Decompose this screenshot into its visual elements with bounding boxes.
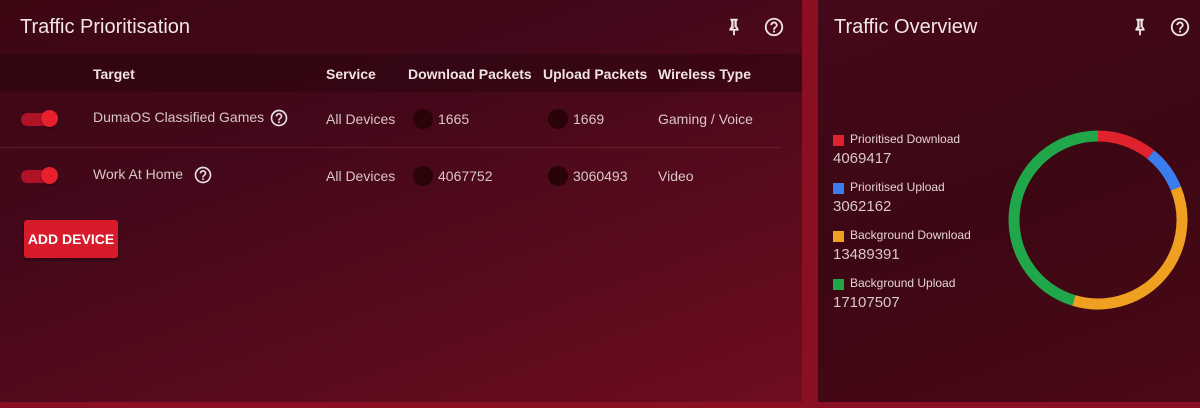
panel-title: Traffic Overview <box>834 16 978 38</box>
table-row: Work At Home All Devices 4067752 3060493… <box>0 148 780 204</box>
upload-indicator <box>548 109 568 129</box>
legend-value: 17107507 <box>833 294 900 311</box>
donut-slice-background-upload[interactable] <box>1008 130 1099 306</box>
table-header: Target Service Download Packets Upload P… <box>0 54 802 92</box>
legend-swatch <box>833 183 844 194</box>
legend-value: 13489391 <box>833 246 900 263</box>
legend-swatch <box>833 135 844 146</box>
traffic-overview-panel: Traffic Overview Prioritised Download 40… <box>818 0 1200 402</box>
download-indicator <box>413 166 433 186</box>
column-upload-packets: Upload Packets <box>543 66 648 82</box>
download-packets-value: 1665 <box>438 111 470 127</box>
help-icon[interactable] <box>1169 16 1191 38</box>
legend-value: 4069417 <box>833 150 892 167</box>
add-device-button[interactable]: ADD DEVICE <box>24 220 118 258</box>
help-icon[interactable] <box>763 16 785 38</box>
upload-packets-value: 3060493 <box>573 168 628 184</box>
upload-packets-value: 1669 <box>573 111 605 127</box>
service-value: All Devices <box>326 168 396 184</box>
traffic-prioritisation-panel: Traffic Prioritisation Target Service Do… <box>0 0 802 402</box>
table-row: DumaOS Classified Games All Devices 1665… <box>0 92 780 148</box>
help-icon[interactable] <box>193 165 213 185</box>
download-packets-value: 4067752 <box>438 168 493 184</box>
wireless-type-value: Gaming / Voice <box>658 111 753 127</box>
download-indicator <box>413 109 433 129</box>
legend-label: Background Upload <box>850 276 956 290</box>
pin-icon[interactable] <box>1129 16 1151 38</box>
service-value: All Devices <box>326 111 396 127</box>
legend-swatch <box>833 279 844 290</box>
panel-title: Traffic Prioritisation <box>20 16 191 38</box>
donut-slice-prioritised-upload[interactable] <box>1147 150 1182 191</box>
donut-slice-prioritised-download[interactable] <box>1097 130 1155 159</box>
target-name: DumaOS Classified Games <box>93 109 265 125</box>
wireless-type-value: Video <box>658 168 694 184</box>
pin-icon[interactable] <box>723 16 745 38</box>
column-wireless-type: Wireless Type <box>658 66 751 82</box>
donut-slice-background-download[interactable] <box>1072 186 1188 310</box>
help-icon[interactable] <box>269 108 289 128</box>
enable-toggle[interactable] <box>21 110 58 127</box>
legend-value: 3062162 <box>833 198 892 215</box>
target-name: Work At Home <box>93 166 183 182</box>
column-service: Service <box>326 66 376 82</box>
enable-toggle[interactable] <box>21 167 58 184</box>
column-download-packets: Download Packets <box>408 66 532 82</box>
legend-swatch <box>833 231 844 242</box>
legend-label: Background Download <box>850 228 971 242</box>
legend-label: Prioritised Download <box>850 132 961 146</box>
column-target: Target <box>93 66 135 82</box>
upload-indicator <box>548 166 568 186</box>
traffic-donut-chart <box>1008 130 1188 310</box>
legend-label: Prioritised Upload <box>850 180 945 194</box>
